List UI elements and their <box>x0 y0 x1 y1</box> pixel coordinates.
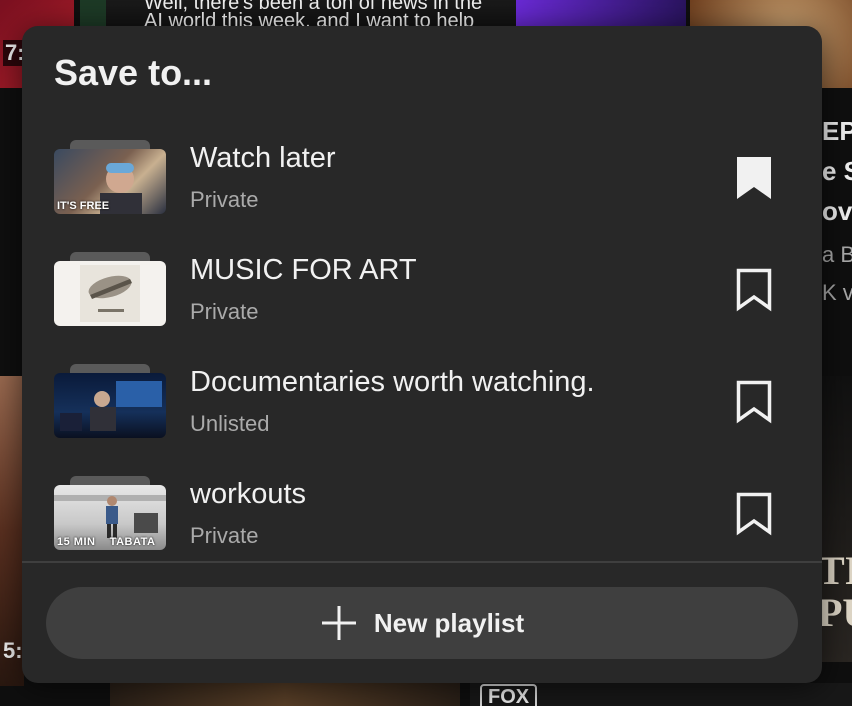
playlist-name: MUSIC FOR ART <box>190 254 417 286</box>
playlist-privacy: Private <box>190 299 259 324</box>
playlist-privacy: Private <box>190 523 259 548</box>
thumbnail-image <box>54 373 166 438</box>
bookmark-outline-icon[interactable] <box>732 378 776 426</box>
thumbnail-caption: IT'S FREE <box>57 200 110 212</box>
bg-duration-bottom-left: 5: <box>3 638 23 663</box>
playlist-row-documentaries[interactable]: Documentaries worth watching. Unlisted <box>22 364 822 476</box>
bg-right-fragment-1: EP <box>822 116 852 146</box>
dialog-title: Save to... <box>54 52 213 93</box>
bookmark-outline-icon[interactable] <box>732 490 776 538</box>
thumbnail-image <box>54 261 166 326</box>
playlist-privacy: Private <box>190 187 259 212</box>
bg-thumbnail-bottom-strip[interactable] <box>110 683 460 706</box>
playlist-row-workouts[interactable]: 15 MIN TABATA workouts Private <box>22 476 822 588</box>
bg-right-fragment-5: K v <box>822 280 852 305</box>
new-playlist-label: New playlist <box>373 607 525 638</box>
bg-right-fragment-3: ov <box>822 196 852 226</box>
playlist-thumbnail <box>54 252 166 340</box>
plus-icon <box>321 606 356 640</box>
bg-right-fragment-4: a B <box>822 242 852 267</box>
playlist-row-watch-later[interactable]: IT'S FREE Watch later Private <box>22 140 822 252</box>
bookmark-outline-icon[interactable] <box>732 266 776 314</box>
dialog-divider <box>22 561 822 563</box>
playlist-name: Documentaries worth watching. <box>190 366 595 398</box>
bg-right-fragment-2: e S <box>822 156 852 186</box>
thumbnail-image: 15 MIN TABATA <box>54 485 166 550</box>
playlist-row-music-for-art[interactable]: MUSIC FOR ART Private <box>22 252 822 364</box>
playlist-thumbnail: 15 MIN TABATA <box>54 476 166 564</box>
thumbnail-caption: 15 MIN TABATA <box>57 536 156 548</box>
bookmark-filled-icon[interactable] <box>732 154 776 202</box>
playlist-privacy: Unlisted <box>190 411 270 436</box>
playlist-thumbnail: IT'S FREE <box>54 140 166 228</box>
save-to-playlist-dialog: Save to... IT'S FREE Watch later Private <box>22 26 822 683</box>
bg-channel-logo: FOX <box>480 684 538 706</box>
playlist-thumbnail <box>54 364 166 452</box>
playlist-name: Watch later <box>190 142 336 174</box>
bg-right-bottom-fragment: TI PU <box>818 548 852 635</box>
thumbnail-image: IT'S FREE <box>54 149 166 214</box>
playlist-name: workouts <box>190 478 307 510</box>
new-playlist-button[interactable]: New playlist <box>46 587 798 659</box>
